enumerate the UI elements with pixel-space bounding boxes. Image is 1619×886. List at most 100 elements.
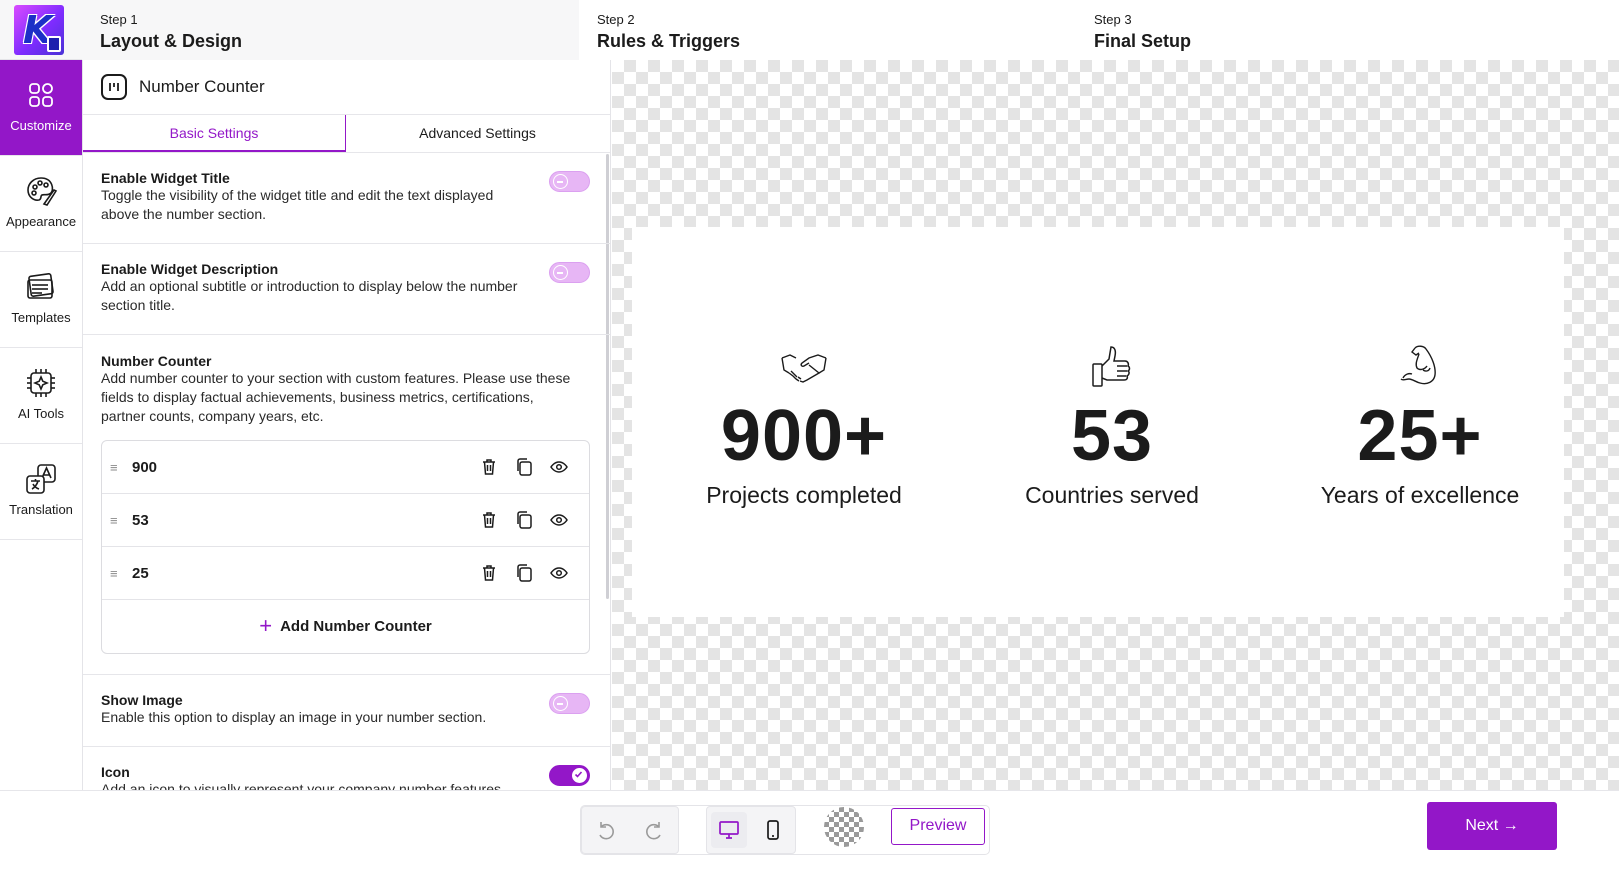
redo-icon[interactable] [643, 819, 665, 841]
templates-icon [27, 273, 54, 299]
setting-description: Toggle the visibility of the widget titl… [101, 187, 494, 222]
duplicate-icon[interactable] [514, 563, 534, 583]
duplicate-icon[interactable] [514, 457, 534, 477]
number-counter-widget[interactable]: 900+ Projects completed 53 Countries ser… [632, 227, 1564, 617]
setting-title: Enable Widget Description [101, 261, 279, 277]
top-steps-bar: K Step 1 Layout & Design Step 2 Rules & … [0, 0, 1619, 60]
app-logo: K [14, 5, 64, 55]
add-number-counter-button[interactable]: + Add Number Counter [102, 600, 589, 653]
palette-icon [27, 177, 58, 206]
tab-advanced-settings[interactable]: Advanced Settings [346, 115, 609, 152]
setting-description: Add an icon to visually represent your c… [101, 781, 505, 790]
translation-icon [26, 464, 56, 494]
number-counter-icon [101, 74, 127, 100]
tab-basic-settings[interactable]: Basic Settings [83, 115, 346, 152]
step-title: Layout & Design [100, 31, 243, 51]
background-swatch-button[interactable] [824, 807, 864, 847]
delete-icon[interactable] [479, 510, 499, 530]
step-label: Step 1 [100, 12, 138, 27]
panel-title: Number Counter [139, 77, 265, 96]
setting-icon: Icon Add an icon to visually represent y… [83, 747, 610, 790]
settings-panel: Number Counter Basic Settings Advanced S… [83, 60, 611, 790]
desktop-view-button[interactable] [711, 812, 747, 848]
drag-handle-icon[interactable]: ≡ [110, 460, 122, 475]
thumbs-up-icon [1092, 346, 1131, 387]
history-controls [581, 806, 679, 854]
setting-title: Enable Widget Title [101, 170, 230, 186]
visibility-icon[interactable] [549, 457, 569, 477]
step-3-tab[interactable]: Step 3 Final Setup [1076, 0, 1619, 60]
widget-description-toggle[interactable] [549, 262, 590, 283]
panel-header: Number Counter [83, 60, 610, 115]
counter-list: ≡ 900 ≡ 53 ≡ 25 + Add Number Counter [101, 440, 590, 654]
stat-item: 900+ Projects completed [654, 342, 954, 509]
setting-number-counter: Number Counter Add number counter to you… [83, 335, 610, 675]
duplicate-icon[interactable] [514, 510, 534, 530]
step-2-tab[interactable]: Step 2 Rules & Triggers [579, 0, 1077, 60]
counter-value: 25 [132, 564, 149, 582]
add-counter-label: Add Number Counter [280, 618, 432, 635]
setting-widget-title: Enable Widget Title Toggle the visibilit… [83, 153, 610, 244]
step-label: Step 3 [1094, 12, 1132, 27]
stat-caption: Countries served [1025, 482, 1199, 508]
stat-caption: Years of excellence [1320, 482, 1520, 508]
mobile-view-button[interactable] [755, 812, 791, 848]
toggle-knob [553, 174, 568, 189]
delete-icon[interactable] [479, 563, 499, 583]
icon-toggle[interactable] [549, 765, 590, 786]
setting-description: Enable this option to display an image i… [101, 709, 487, 725]
visibility-icon[interactable] [549, 510, 569, 530]
setting-description: Add number counter to your section with … [101, 370, 571, 424]
toggle-knob [553, 696, 568, 711]
drag-handle-icon[interactable]: ≡ [110, 566, 122, 581]
stat-item: 53 Countries served [962, 342, 1262, 509]
sidebar-item-label: Appearance [5, 214, 77, 229]
customize-icon [29, 83, 53, 107]
counter-value: 53 [132, 511, 149, 529]
drag-handle-icon[interactable]: ≡ [110, 513, 122, 528]
plus-icon: + [259, 612, 273, 638]
device-switcher [706, 806, 796, 854]
settings-tabs: Basic Settings Advanced Settings [83, 115, 610, 153]
toggle-knob [572, 768, 587, 783]
setting-description: Add an optional subtitle or introduction… [101, 278, 518, 313]
counter-value: 900 [132, 458, 158, 476]
visibility-icon[interactable] [549, 563, 569, 583]
setting-title: Show Image [101, 692, 183, 708]
sidebar-item-label: Translation [9, 502, 73, 517]
widget-title-toggle[interactable] [549, 171, 590, 192]
toggle-knob [553, 265, 568, 280]
stat-number: 900+ [720, 396, 888, 476]
mobile-icon [767, 820, 779, 840]
undo-icon[interactable] [595, 819, 617, 841]
logo-badge [47, 36, 61, 52]
sidebar-item-label: AI Tools [17, 406, 64, 421]
sidebar-item-label: Templates [11, 310, 71, 325]
next-button[interactable]: Next → [1427, 802, 1557, 850]
preview-button[interactable]: Preview [891, 808, 985, 845]
counter-row[interactable]: ≡ 53 [102, 494, 589, 547]
counter-row[interactable]: ≡ 900 [102, 441, 589, 494]
desktop-icon [719, 821, 739, 839]
step-title: Rules & Triggers [597, 31, 741, 51]
setting-widget-description: Enable Widget Description Add an optiona… [83, 244, 610, 335]
counter-row[interactable]: ≡ 25 [102, 547, 589, 600]
stat-number: 53 [1070, 396, 1154, 476]
sidebar-item-label: Customize [10, 118, 72, 133]
sidebar-item-translation[interactable]: Translation [0, 444, 82, 540]
sidebar-item-customize[interactable]: Customize [0, 60, 82, 156]
preview-canvas: 900+ Projects completed 53 Countries ser… [612, 60, 1619, 790]
sidebar-item-ai-tools[interactable]: AI Tools [0, 348, 82, 444]
sidebar-item-templates[interactable]: Templates [0, 252, 82, 348]
ai-chip-icon [27, 369, 55, 397]
delete-icon[interactable] [479, 457, 499, 477]
stat-item: 25+ Years of excellence [1270, 342, 1570, 509]
step-label: Step 2 [597, 12, 635, 27]
show-image-toggle[interactable] [549, 693, 590, 714]
sidebar-item-appearance[interactable]: Appearance [0, 156, 82, 252]
bottom-toolbar: Preview Next → [0, 790, 1619, 886]
stat-number: 25+ [1357, 396, 1483, 476]
handshake-icon [781, 354, 827, 383]
step-1-tab[interactable]: Step 1 Layout & Design [82, 0, 580, 60]
step-title: Final Setup [1094, 31, 1192, 51]
